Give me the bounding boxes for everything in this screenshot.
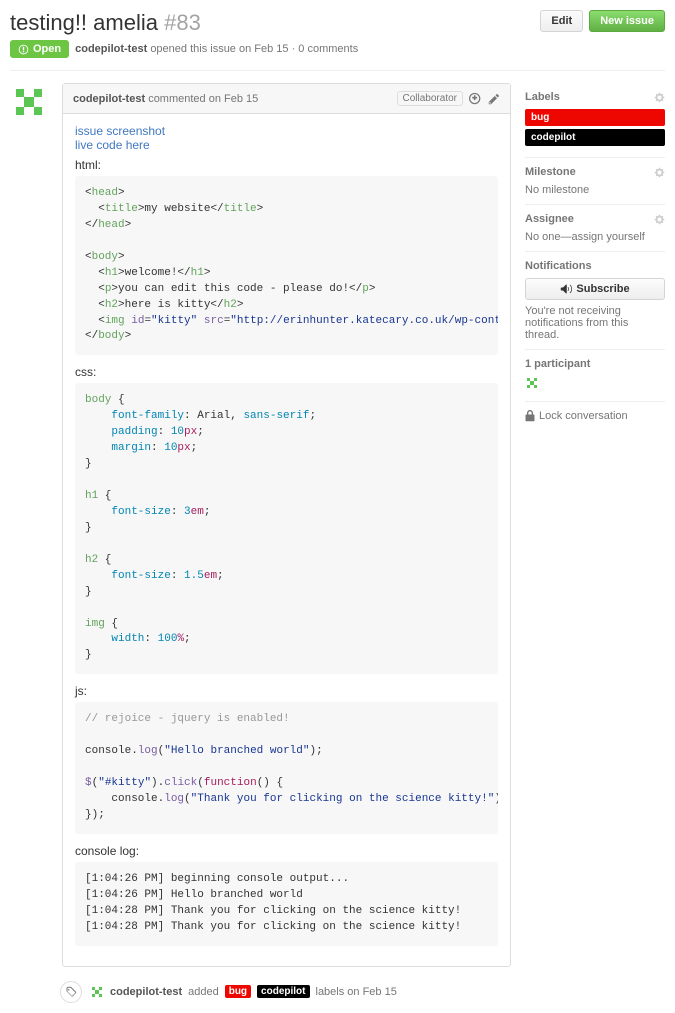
avatar[interactable]: [10, 83, 48, 121]
label-bug[interactable]: bug: [525, 109, 665, 126]
issue-meta: codepilot-test opened this issue on Feb …: [75, 43, 358, 55]
subscribe-button[interactable]: Subscribe: [525, 278, 665, 300]
speaker-icon: [560, 283, 572, 295]
lock-conversation-link[interactable]: Lock conversation: [525, 410, 665, 422]
assign-yourself-link[interactable]: No one—assign yourself: [525, 231, 665, 243]
avatar[interactable]: [90, 985, 104, 999]
assignee-heading: Assignee: [525, 213, 574, 225]
notifications-heading: Notifications: [525, 260, 592, 272]
tag-icon: [60, 981, 82, 1003]
label-css: css:: [75, 365, 498, 379]
gear-icon[interactable]: [654, 214, 665, 225]
issue-title: testing!! amelia #83: [10, 10, 358, 36]
gear-icon[interactable]: [654, 167, 665, 178]
comment: codepilot-test commented on Feb 15 Colla…: [62, 83, 511, 967]
code-html: <head> <title>my website</title> </head>…: [75, 176, 498, 355]
code-js: // rejoice - jquery is enabled! console.…: [75, 702, 498, 834]
collaborator-badge: Collaborator: [397, 91, 463, 106]
milestone-text: No milestone: [525, 184, 665, 196]
link-livecode[interactable]: live code here: [75, 138, 150, 152]
edit-button[interactable]: Edit: [540, 10, 583, 32]
issue-number: #83: [164, 10, 201, 35]
pencil-icon[interactable]: [488, 93, 500, 105]
console-output: [1:04:26 PM] beginning console output...…: [75, 862, 498, 946]
labels-heading: Labels: [525, 91, 560, 103]
participant-avatar[interactable]: [525, 376, 539, 390]
gear-icon[interactable]: [654, 92, 665, 103]
comment-author[interactable]: codepilot-test: [73, 93, 145, 105]
new-issue-button[interactable]: New issue: [589, 10, 665, 32]
milestone-heading: Milestone: [525, 166, 576, 178]
issue-opened-icon: [18, 44, 29, 55]
timeline-event: codepilot-test added bug codepilot label…: [62, 981, 511, 1003]
reaction-icon[interactable]: [469, 92, 482, 105]
state-badge: Open: [10, 40, 69, 58]
label-js: js:: [75, 684, 498, 698]
code-css: body { font-family: Arial, sans-serif; p…: [75, 383, 498, 674]
label-console: console log:: [75, 844, 498, 858]
participants-heading: 1 participant: [525, 358, 590, 370]
label-codepilot[interactable]: codepilot: [525, 129, 665, 146]
lock-icon: [525, 410, 535, 422]
label-html: html:: [75, 158, 498, 172]
link-screenshot[interactable]: issue screenshot: [75, 124, 165, 138]
notifications-text: You're not receiving notifications from …: [525, 305, 665, 341]
